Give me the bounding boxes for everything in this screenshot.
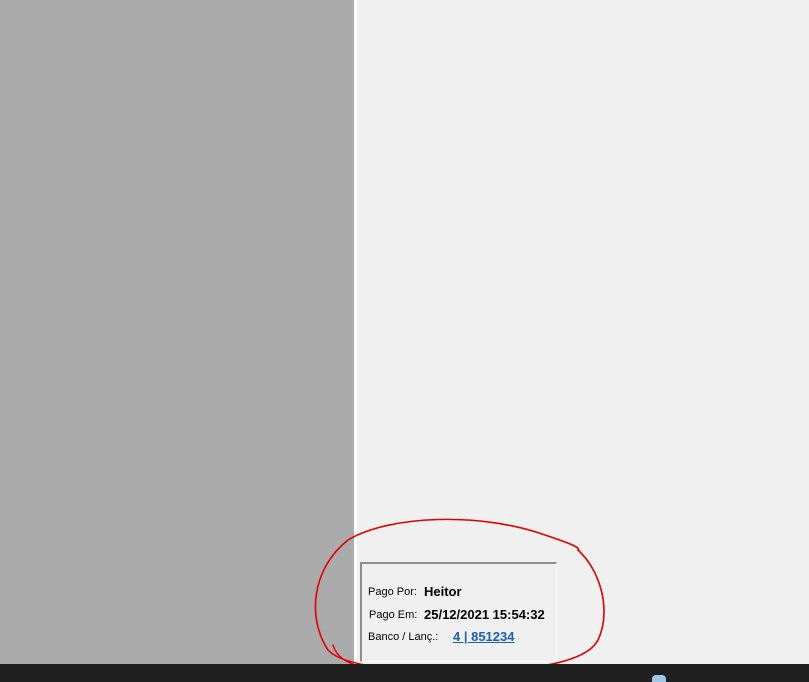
system-tray[interactable] bbox=[652, 675, 670, 682]
taskbar bbox=[0, 664, 809, 682]
left-panel bbox=[0, 0, 354, 664]
bank-label: Banco / Lanç.: bbox=[368, 631, 439, 643]
bank-entry-link[interactable]: 4 | 851234 bbox=[453, 629, 514, 644]
payment-info-panel: Pago Por: Heitor Pago Em: 25/12/2021 15:… bbox=[360, 562, 557, 662]
paid-by-label: Pago Por: bbox=[368, 586, 417, 598]
app-window: Pago Por: Heitor Pago Em: 25/12/2021 15:… bbox=[0, 0, 809, 682]
cloud-icon[interactable] bbox=[652, 675, 666, 682]
paid-at-value: 25/12/2021 15:54:32 bbox=[424, 607, 545, 622]
paid-by-value: Heitor bbox=[424, 584, 462, 599]
paid-at-label: Pago Em: bbox=[369, 609, 418, 621]
